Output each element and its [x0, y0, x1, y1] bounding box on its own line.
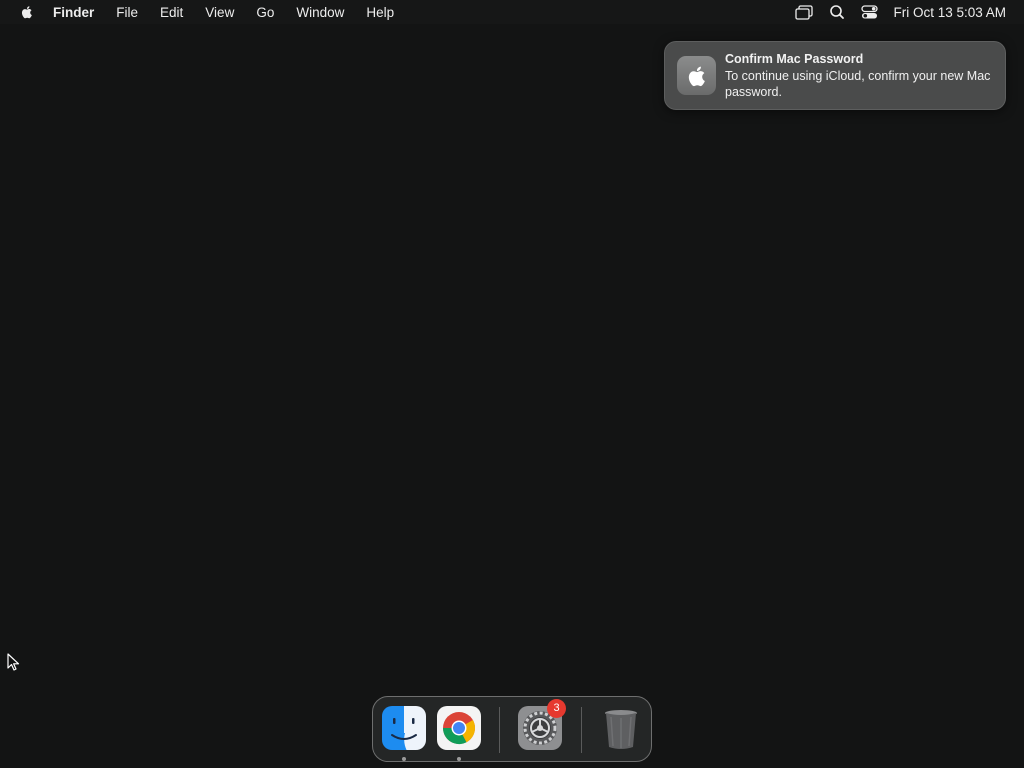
menu-go[interactable]: Go: [256, 5, 274, 20]
dock-separator: [581, 707, 582, 753]
display-mirroring-icon[interactable]: [794, 4, 814, 20]
menu-finder[interactable]: Finder: [53, 5, 94, 20]
apple-menu-icon[interactable]: [19, 4, 35, 20]
dock-separator: [499, 707, 500, 753]
menu-window[interactable]: Window: [296, 5, 344, 20]
notification-banner[interactable]: Confirm Mac Password To continue using i…: [664, 41, 1006, 110]
dock-finder[interactable]: [381, 705, 427, 751]
menu-view[interactable]: View: [205, 5, 234, 20]
finder-running-indicator: [402, 757, 406, 761]
chrome-running-indicator: [457, 757, 461, 761]
menu-help[interactable]: Help: [366, 5, 394, 20]
search-icon[interactable]: [827, 4, 847, 20]
notification-count-badge: 3: [547, 699, 566, 718]
dock: 3: [372, 696, 652, 762]
dock-chrome[interactable]: [436, 705, 482, 751]
notification-title: Confirm Mac Password: [725, 52, 864, 66]
mouse-cursor-icon: [7, 653, 21, 671]
dock-system-settings[interactable]: 3: [517, 699, 566, 751]
menu-file[interactable]: File: [116, 5, 138, 20]
notification-body: To continue using iCloud, confirm your n…: [725, 69, 991, 99]
trash-icon: [605, 710, 637, 749]
finder-icon: [382, 706, 426, 750]
menu-edit[interactable]: Edit: [160, 5, 183, 20]
apple-logo-icon: [677, 56, 716, 95]
menu-bar-clock[interactable]: Fri Oct 13 5:03 AM: [893, 5, 1006, 20]
control-center-icon[interactable]: [860, 4, 880, 20]
chrome-icon: [437, 706, 481, 750]
menu-bar: Finder File Edit View Go Window Help Fri…: [0, 0, 1024, 24]
dock-trash[interactable]: [598, 705, 644, 751]
